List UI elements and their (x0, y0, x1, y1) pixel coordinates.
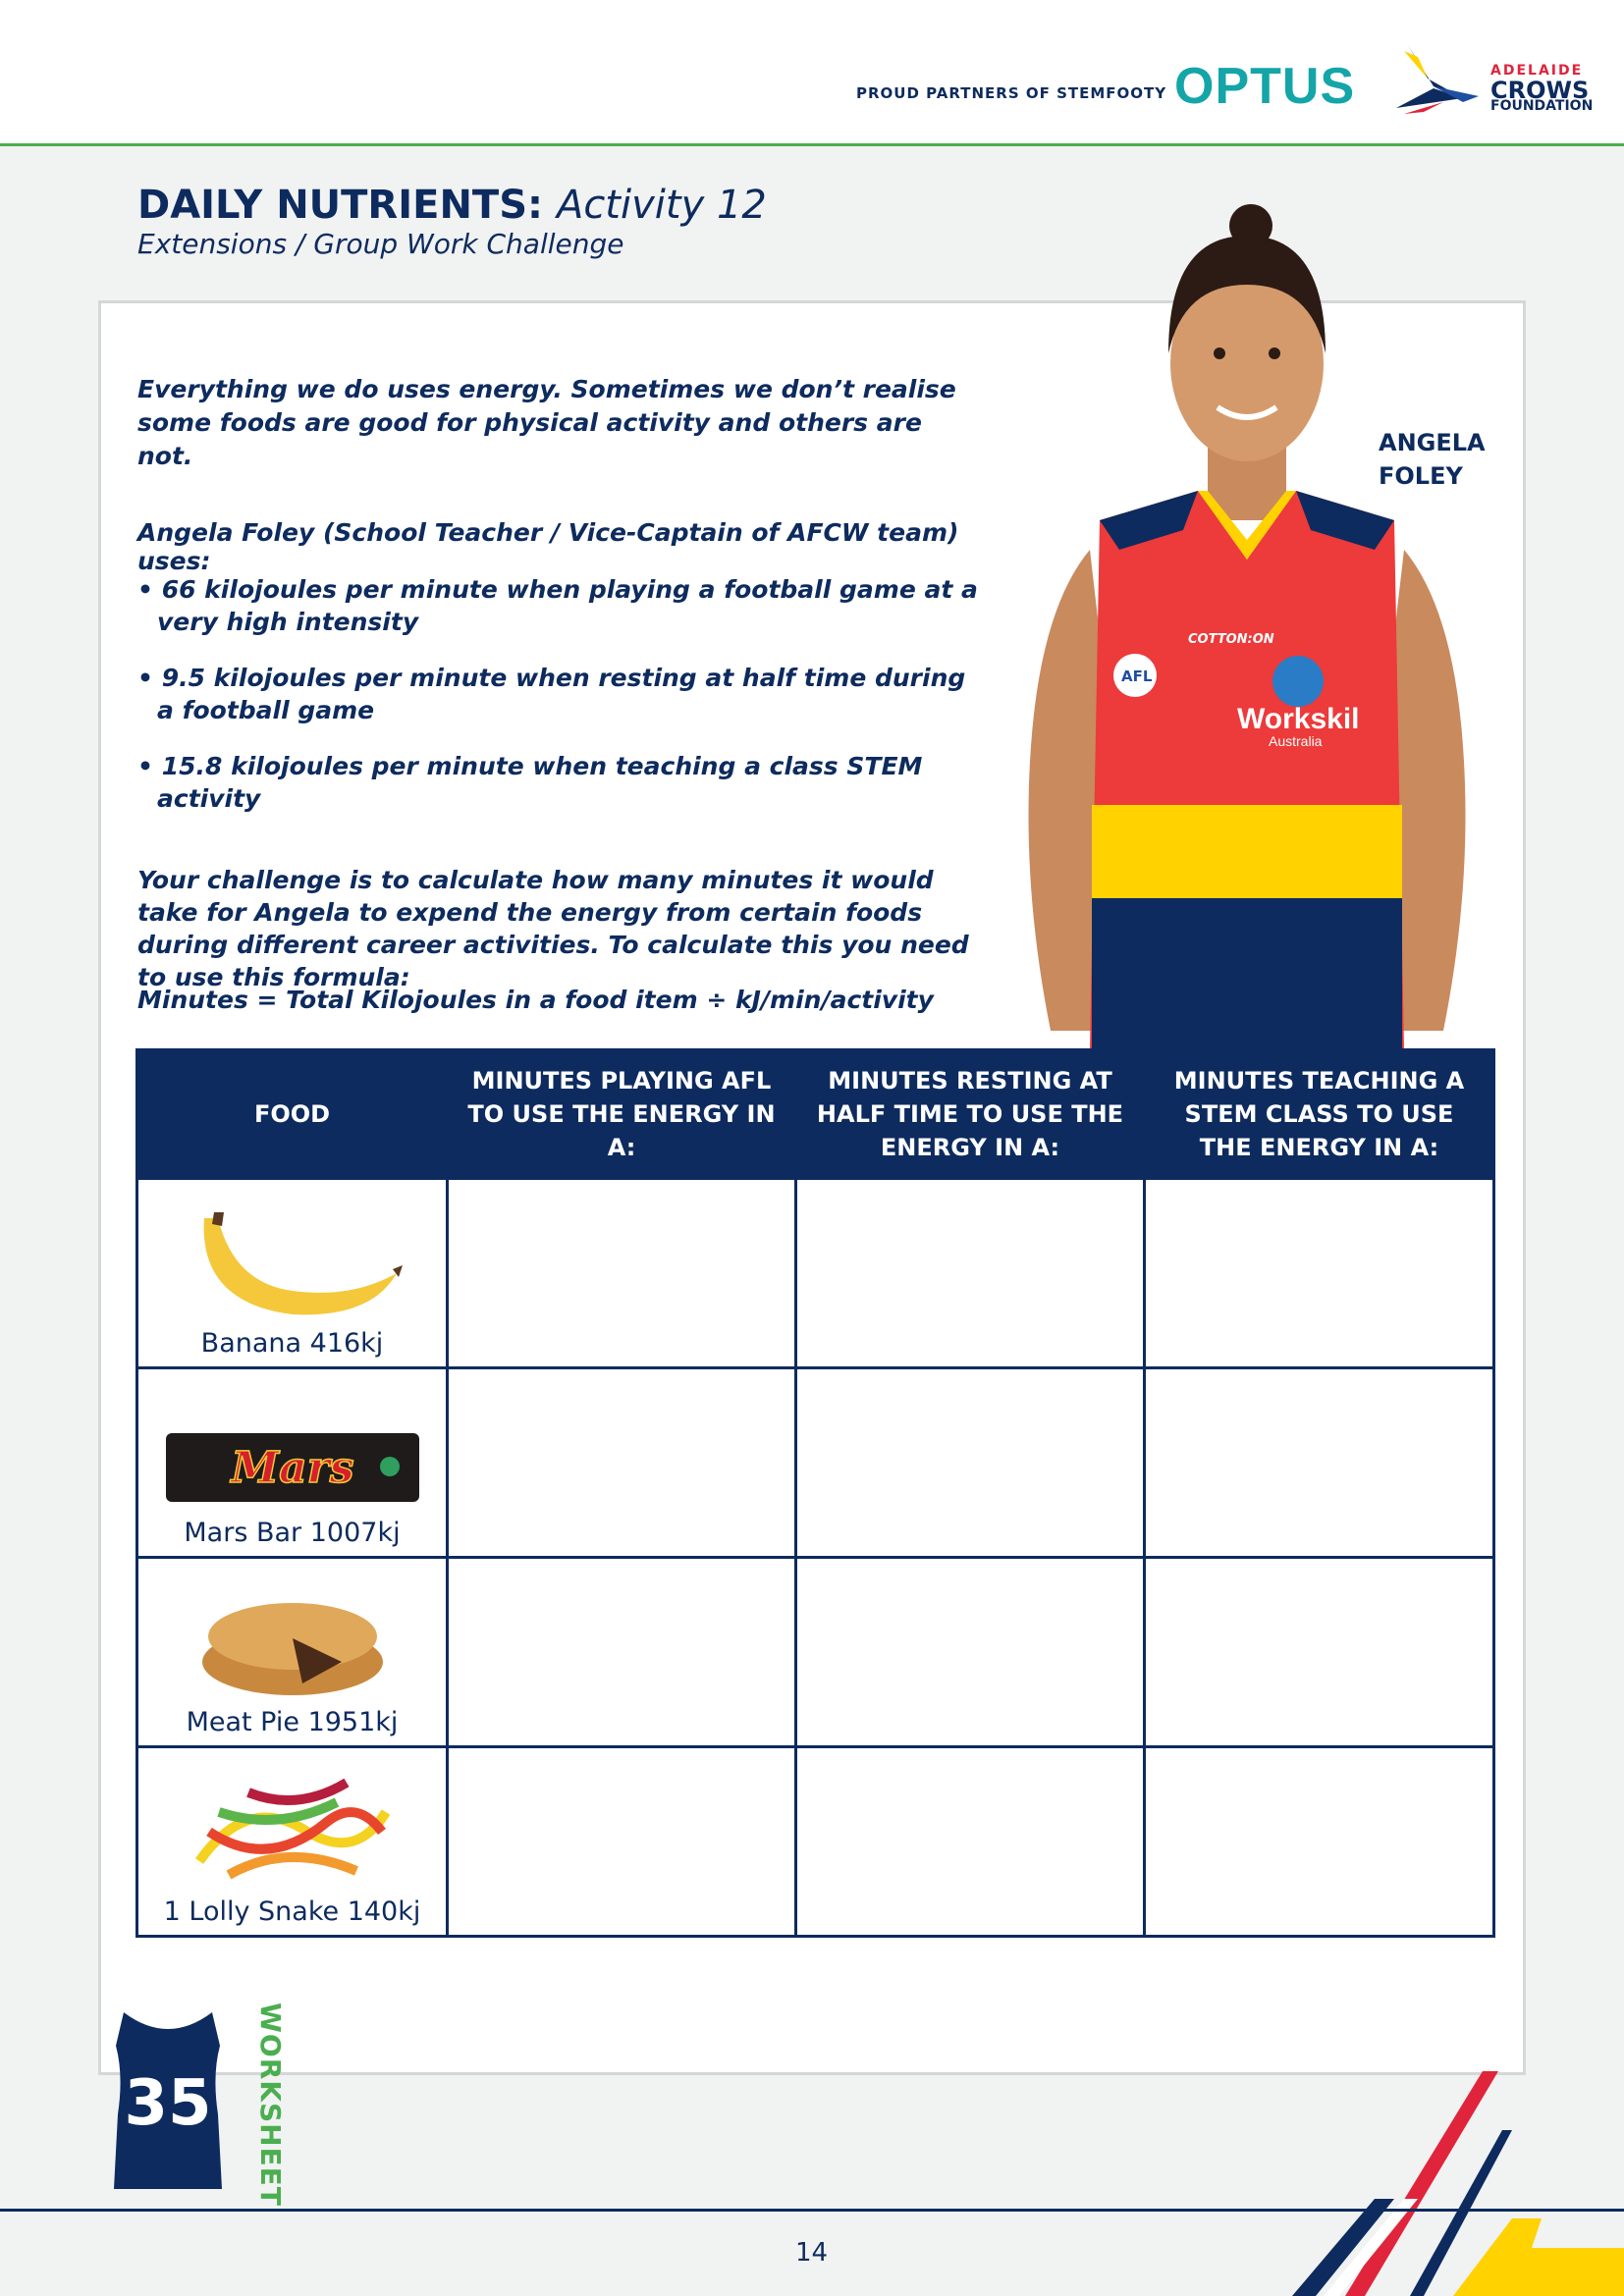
lolly-snakes-icon (194, 1778, 390, 1880)
crows-logo-foundation: FOUNDATION (1490, 98, 1594, 114)
list-item: 9.5 kilojoules per minute when resting a… (137, 662, 982, 726)
meat-pie-icon (201, 1603, 383, 1695)
food-cell: Banana 416kj (135, 1177, 449, 1369)
header-food: FOOD (135, 1048, 449, 1180)
page-header: PROUD PARTNERS OF STEMFOOTY OPTUS ADELAI… (0, 0, 1624, 146)
food-label: 1 Lolly Snake 140kj (163, 1896, 421, 1927)
worksheet-jersey-icon: 35 (114, 2012, 222, 2189)
header-minutes-playing: MINUTES PLAYING AFL TO USE THE ENERGY IN… (446, 1048, 797, 1180)
food-cell: 1 Lolly Snake 140kj (135, 1745, 449, 1938)
guernsey-sponsor: Workskil (1237, 703, 1360, 735)
challenge-text: Your challenge is to calculate how many … (137, 866, 969, 991)
page-subtitle: Extensions / Group Work Challenge (137, 228, 624, 260)
player-first-name: ANGELA (1379, 429, 1486, 456)
header-minutes-resting: MINUTES RESTING AT HALF TIME TO USE THE … (794, 1048, 1146, 1180)
banana-icon (203, 1212, 403, 1315)
food-label: Mars Bar 1007kj (184, 1518, 401, 1548)
food-cell: Mars Mars Bar 1007kj (135, 1366, 449, 1559)
partners-text: PROUD PARTNERS OF STEMFOOTY (856, 84, 1167, 102)
worksheet-label: WORKSHEET (254, 2002, 287, 2207)
table-row: Meat Pie 1951kj (135, 1556, 1495, 1748)
answer-cell[interactable] (1143, 1177, 1495, 1369)
answer-cell[interactable] (1143, 1745, 1495, 1938)
uses-heading: Angela Foley (School Teacher / Vice-Capt… (137, 518, 959, 575)
decorative-stripes (1292, 2071, 1624, 2296)
food-label: Banana 416kj (200, 1328, 384, 1359)
answer-cell[interactable] (794, 1745, 1146, 1938)
formula-text: Minutes = Total Kilojoules in a food ite… (137, 986, 934, 1014)
worksheet-number: 35 (124, 2067, 211, 2140)
answer-cell[interactable] (794, 1366, 1146, 1559)
page-title: DAILY NUTRIENTS: Activity 12 (137, 183, 767, 228)
answer-cell[interactable] (446, 1177, 797, 1369)
table-row: Mars Mars Bar 1007kj (135, 1366, 1495, 1559)
answer-cell[interactable] (446, 1366, 797, 1559)
mars-bar-icon: Mars (165, 1433, 419, 1502)
answer-cell[interactable] (446, 1745, 797, 1938)
table-row: 1 Lolly Snake 140kj (135, 1745, 1495, 1938)
food-label: Meat Pie 1951kj (186, 1707, 399, 1737)
guernsey-badge: AFL (1121, 667, 1153, 685)
title-prefix: DAILY NUTRIENTS: (137, 183, 544, 228)
table-row: Banana 416kj (135, 1177, 1495, 1369)
guernsey-sponsor-top: COTTON:ON (1188, 632, 1274, 647)
optus-logo: OPTUS (1174, 58, 1356, 115)
player-last-name: FOLEY (1379, 462, 1463, 490)
footer-divider (0, 2209, 1624, 2212)
intro-text: Everything we do uses energy. Sometimes … (137, 375, 956, 470)
list-item: 15.8 kilojoules per minute when teaching… (137, 750, 982, 815)
answer-cell[interactable] (794, 1177, 1146, 1369)
title-activity: Activity 12 (556, 183, 767, 228)
guernsey-sponsor-sub: Australia (1269, 733, 1323, 749)
answer-cell[interactable] (1143, 1366, 1495, 1559)
player-photo: COTTON:ON AFL Workskil Australia (1028, 204, 1466, 1050)
answer-cell[interactable] (794, 1556, 1146, 1748)
list-item: 66 kilojoules per minute when playing a … (137, 573, 982, 638)
energy-list: 66 kilojoules per minute when playing a … (137, 573, 982, 838)
player-name: ANGELA FOLEY (1379, 426, 1486, 493)
mars-bar-wrapper-text: Mars (229, 1443, 353, 1493)
answer-cell[interactable] (1143, 1556, 1495, 1748)
food-cell: Meat Pie 1951kj (135, 1556, 449, 1748)
answer-cell[interactable] (446, 1556, 797, 1748)
worksheet-table: FOOD MINUTES PLAYING AFL TO USE THE ENER… (135, 1048, 1495, 1938)
header-minutes-teaching: MINUTES TEACHING A STEM CLASS TO USE THE… (1143, 1048, 1495, 1180)
table-header-row: FOOD MINUTES PLAYING AFL TO USE THE ENER… (135, 1048, 1495, 1180)
page-number: 14 (795, 2238, 829, 2268)
